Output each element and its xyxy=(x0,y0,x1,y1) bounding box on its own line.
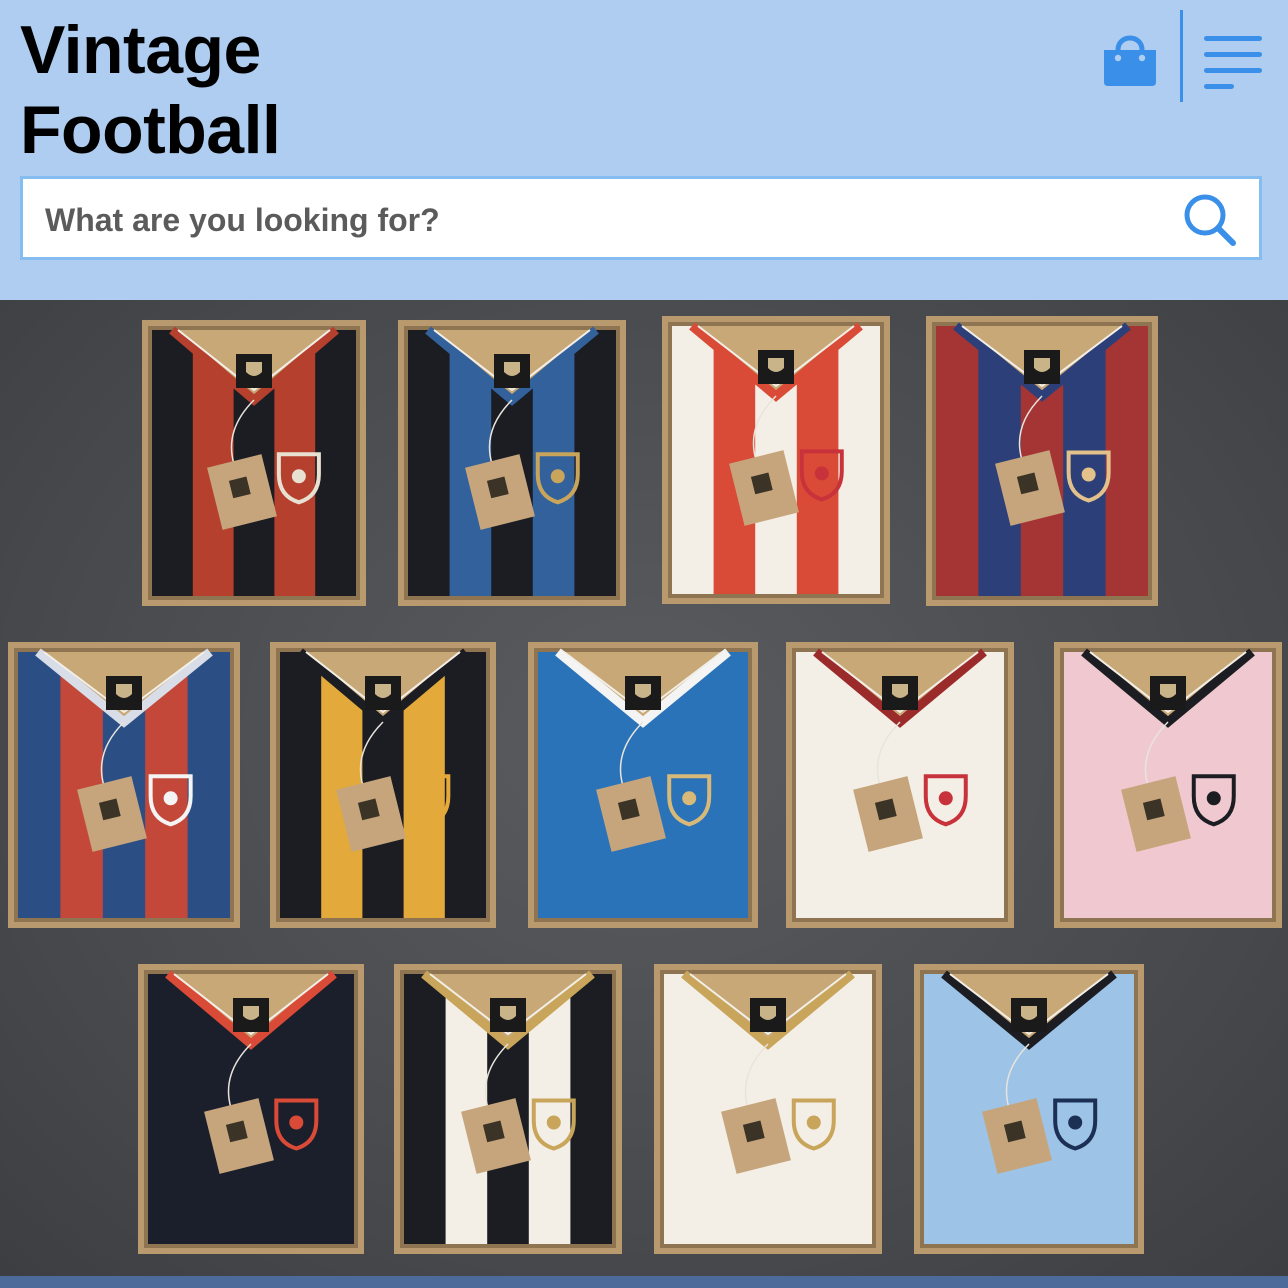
shopping-bag-icon xyxy=(1104,35,1156,86)
shirt-box-11 xyxy=(394,964,622,1254)
shirt-box-12 xyxy=(654,964,882,1254)
shirt-box-7 xyxy=(528,642,758,928)
shirt-box-3 xyxy=(662,316,890,604)
search-bar xyxy=(20,176,1262,260)
shirt-box-1 xyxy=(142,320,366,606)
bottom-strip xyxy=(0,1276,1288,1288)
shirt-box-9 xyxy=(1054,642,1282,928)
shirt-box-8 xyxy=(786,642,1014,928)
site-header: Vintage Football xyxy=(0,0,1288,300)
brand-line-2: Football xyxy=(20,92,281,168)
hero-image[interactable] xyxy=(0,300,1288,1276)
brand-logo[interactable]: Vintage Football xyxy=(20,10,281,170)
header-divider xyxy=(1180,10,1183,102)
shirt-box-2 xyxy=(398,320,626,606)
search-icon[interactable] xyxy=(1179,189,1241,251)
shirt-box-10 xyxy=(138,964,364,1254)
shirt-box-6 xyxy=(270,642,496,928)
brand-line-1: Vintage xyxy=(20,12,261,88)
cart-button[interactable] xyxy=(1098,28,1162,92)
shirt-collection-image xyxy=(8,316,1282,1254)
shirt-box-4 xyxy=(926,316,1158,606)
shirt-box-5 xyxy=(8,642,240,928)
search-input[interactable] xyxy=(43,197,1167,243)
menu-button[interactable] xyxy=(1200,34,1266,90)
shirt-box-13 xyxy=(914,964,1144,1254)
